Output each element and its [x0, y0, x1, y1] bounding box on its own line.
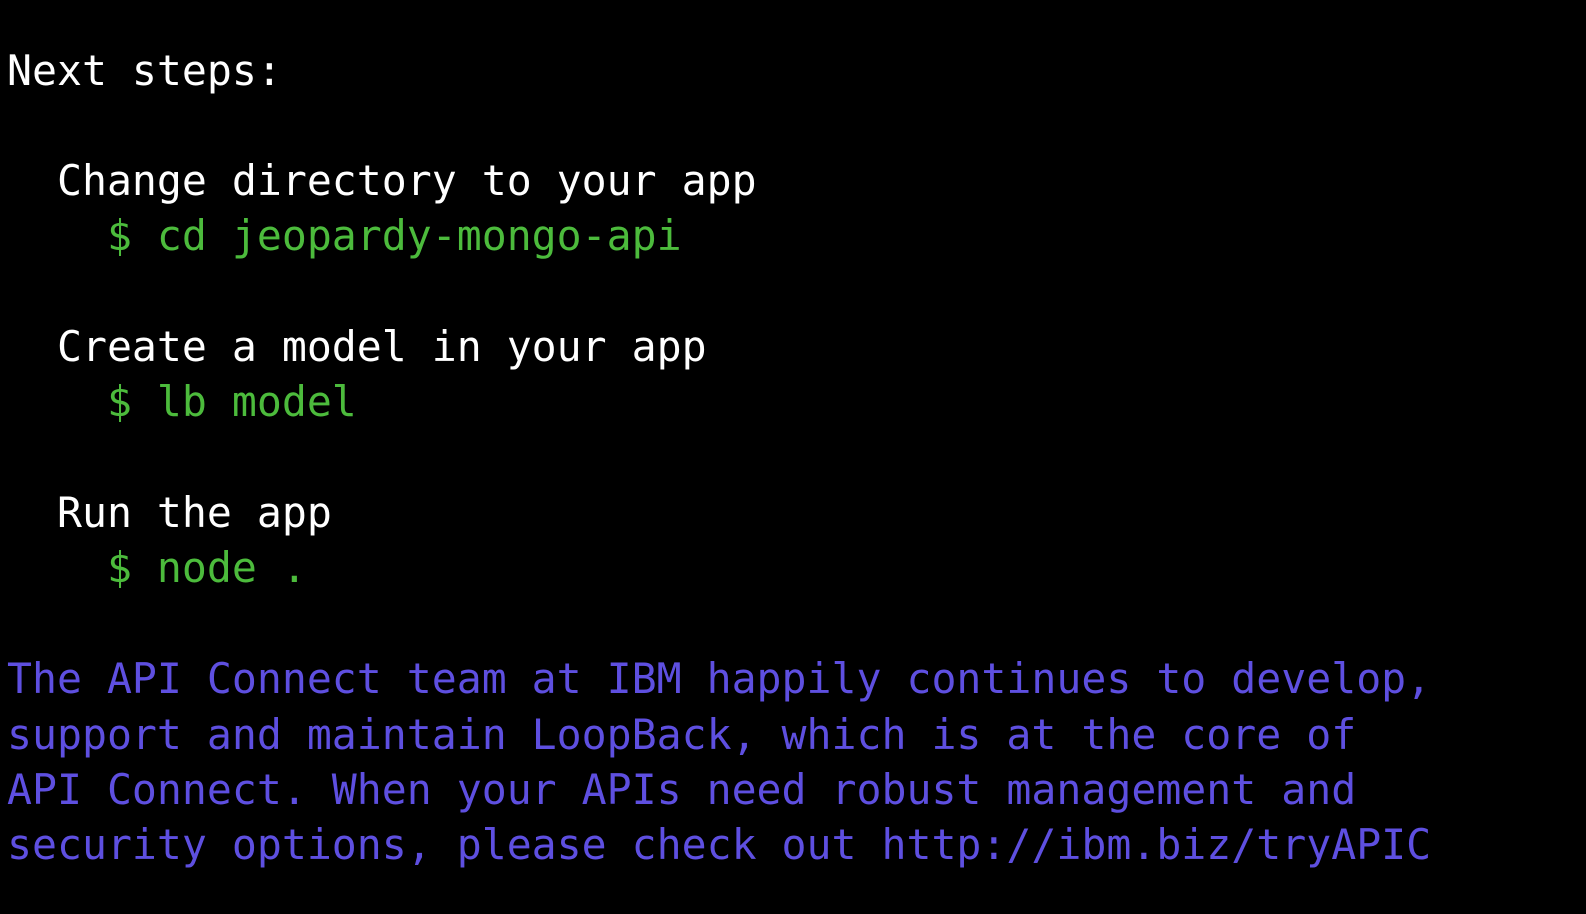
step-title-change-directory: Change directory to your app: [7, 156, 757, 205]
notice-line: support and maintain LoopBack, which is …: [7, 710, 1357, 759]
notice-line: The API Connect team at IBM happily cont…: [7, 654, 1432, 703]
command-cd: $ cd jeopardy-mongo-api: [7, 211, 682, 260]
step-title-run-app: Run the app: [7, 488, 332, 537]
terminal-window[interactable]: Next steps: Change directory to your app…: [0, 0, 1586, 914]
notice-line: API Connect. When your APIs need robust …: [7, 765, 1357, 814]
command-node: $ node .: [7, 543, 307, 592]
step-title-create-model: Create a model in your app: [7, 322, 707, 371]
next-steps-heading: Next steps:: [7, 46, 282, 95]
notice-line-with-link: security options, please check out http:…: [7, 820, 1432, 869]
command-lb-model: $ lb model: [7, 377, 357, 426]
